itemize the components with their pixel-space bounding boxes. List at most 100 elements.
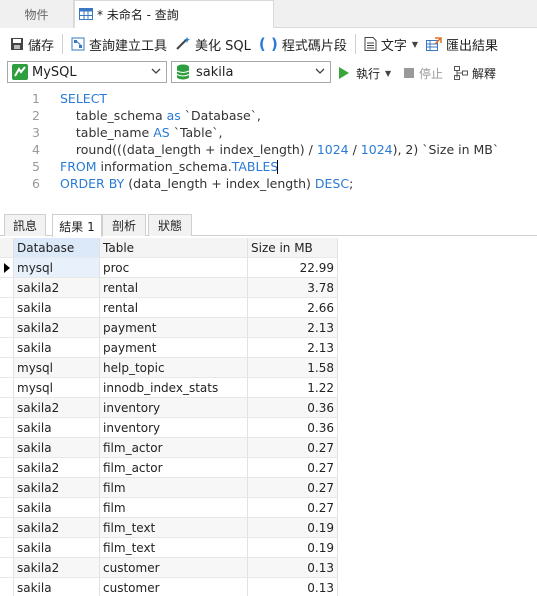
column-header-database[interactable]: Database <box>14 238 100 258</box>
cell-database[interactable]: sakila <box>14 538 100 558</box>
chevron-down-icon[interactable]: ▼ <box>385 69 391 78</box>
tab-profile[interactable]: 剖析 <box>102 214 146 236</box>
cell-size[interactable]: 0.13 <box>248 578 338 596</box>
tab-messages[interactable]: 訊息 <box>4 214 46 236</box>
cell-table[interactable]: rental <box>100 298 248 318</box>
table-row[interactable]: mysql help_topic 1.58 <box>0 358 537 378</box>
cell-size[interactable]: 0.27 <box>248 478 338 498</box>
cell-table[interactable]: film_text <box>100 518 248 538</box>
row-gutter[interactable] <box>0 378 14 398</box>
cell-database[interactable]: sakila <box>14 438 100 458</box>
row-gutter[interactable] <box>0 578 14 596</box>
column-header-size[interactable]: Size in MB <box>248 238 338 258</box>
row-gutter[interactable] <box>0 358 14 378</box>
row-gutter[interactable] <box>0 318 14 338</box>
tab-status[interactable]: 狀態 <box>148 214 192 236</box>
table-row[interactable]: sakila rental 2.66 <box>0 298 537 318</box>
cell-database[interactable]: sakila2 <box>14 398 100 418</box>
table-row[interactable]: sakila2 film_actor 0.27 <box>0 458 537 478</box>
column-header-table[interactable]: Table <box>100 238 248 258</box>
cell-table[interactable]: customer <box>100 558 248 578</box>
cell-database[interactable]: sakila <box>14 338 100 358</box>
cell-database[interactable]: sakila2 <box>14 558 100 578</box>
cell-database[interactable]: sakila2 <box>14 478 100 498</box>
table-row[interactable]: sakila2 customer 0.13 <box>0 558 537 578</box>
table-row[interactable]: sakila inventory 0.36 <box>0 418 537 438</box>
cell-size[interactable]: 3.78 <box>248 278 338 298</box>
cell-table[interactable]: film_actor <box>100 458 248 478</box>
row-gutter[interactable] <box>0 258 14 278</box>
table-row[interactable]: sakila2 film 0.27 <box>0 478 537 498</box>
beautify-sql-button[interactable]: 美化 SQL <box>171 31 255 57</box>
table-row[interactable]: sakila2 payment 2.13 <box>0 318 537 338</box>
cell-database[interactable]: sakila2 <box>14 278 100 298</box>
row-gutter[interactable] <box>0 418 14 438</box>
cell-size[interactable]: 0.27 <box>248 458 338 478</box>
cell-table[interactable]: rental <box>100 278 248 298</box>
row-gutter[interactable] <box>0 458 14 478</box>
export-results-button[interactable]: 匯出結果 <box>422 31 502 57</box>
table-row[interactable]: sakila film_actor 0.27 <box>0 438 537 458</box>
cell-table[interactable]: payment <box>100 338 248 358</box>
explain-button[interactable]: 解釋 <box>454 62 496 84</box>
table-row[interactable]: sakila customer 0.13 <box>0 578 537 596</box>
cell-size[interactable]: 0.13 <box>248 558 338 578</box>
row-gutter[interactable] <box>0 478 14 498</box>
cell-size[interactable]: 1.58 <box>248 358 338 378</box>
sql-editor[interactable]: 1 SELECT 2 table_schema as `Database`, 3… <box>0 86 537 210</box>
cell-table[interactable]: payment <box>100 318 248 338</box>
text-mode-button[interactable]: 文字 ▼ <box>360 31 422 57</box>
cell-table[interactable]: film <box>100 498 248 518</box>
cell-database[interactable]: mysql <box>14 258 100 278</box>
cell-size[interactable]: 0.27 <box>248 498 338 518</box>
tab-objects[interactable]: 物件 <box>0 0 74 28</box>
stop-button[interactable]: 停止 <box>404 62 443 84</box>
save-button[interactable]: 儲存 <box>6 31 58 57</box>
cell-size[interactable]: 0.36 <box>248 398 338 418</box>
cell-size[interactable]: 0.27 <box>248 438 338 458</box>
cell-database[interactable]: sakila2 <box>14 458 100 478</box>
table-row[interactable]: sakila2 rental 3.78 <box>0 278 537 298</box>
cell-size[interactable]: 2.66 <box>248 298 338 318</box>
cell-database[interactable]: mysql <box>14 378 100 398</box>
row-gutter[interactable] <box>0 298 14 318</box>
row-gutter[interactable] <box>0 398 14 418</box>
cell-database[interactable]: sakila <box>14 298 100 318</box>
cell-database[interactable]: mysql <box>14 358 100 378</box>
table-row[interactable]: sakila payment 2.13 <box>0 338 537 358</box>
cell-table[interactable]: film <box>100 478 248 498</box>
cell-table[interactable]: film_text <box>100 538 248 558</box>
row-gutter[interactable] <box>0 498 14 518</box>
cell-database[interactable]: sakila <box>14 578 100 596</box>
table-row[interactable]: mysql innodb_index_stats 1.22 <box>0 378 537 398</box>
row-gutter[interactable] <box>0 538 14 558</box>
table-row[interactable]: sakila2 film_text 0.19 <box>0 518 537 538</box>
database-select[interactable]: sakila <box>171 61 331 83</box>
table-row[interactable]: sakila film 0.27 <box>0 498 537 518</box>
run-button[interactable]: 執行 ▼ <box>338 62 391 84</box>
tab-result-1[interactable]: 結果 1 <box>52 214 102 237</box>
row-gutter[interactable] <box>0 278 14 298</box>
cell-table[interactable]: inventory <box>100 418 248 438</box>
server-select[interactable]: MySQL <box>7 61 167 83</box>
cell-table[interactable]: innodb_index_stats <box>100 378 248 398</box>
cell-size[interactable]: 0.19 <box>248 538 338 558</box>
table-row[interactable]: sakila2 inventory 0.36 <box>0 398 537 418</box>
tab-query[interactable]: * 未命名 - 查詢 <box>74 0 274 28</box>
cell-table[interactable]: proc <box>100 258 248 278</box>
cell-table[interactable]: customer <box>100 578 248 596</box>
table-row[interactable]: sakila film_text 0.19 <box>0 538 537 558</box>
cell-size[interactable]: 22.99 <box>248 258 338 278</box>
cell-size[interactable]: 2.13 <box>248 338 338 358</box>
cell-database[interactable]: sakila <box>14 418 100 438</box>
table-row[interactable]: mysql proc 22.99 <box>0 258 537 278</box>
cell-table[interactable]: inventory <box>100 398 248 418</box>
cell-size[interactable]: 0.19 <box>248 518 338 538</box>
cell-table[interactable]: help_topic <box>100 358 248 378</box>
row-gutter[interactable] <box>0 438 14 458</box>
cell-database[interactable]: sakila2 <box>14 318 100 338</box>
query-builder-button[interactable]: 查詢建立工具 <box>67 31 171 57</box>
cell-size[interactable]: 2.13 <box>248 318 338 338</box>
cell-size[interactable]: 0.36 <box>248 418 338 438</box>
row-gutter[interactable] <box>0 518 14 538</box>
